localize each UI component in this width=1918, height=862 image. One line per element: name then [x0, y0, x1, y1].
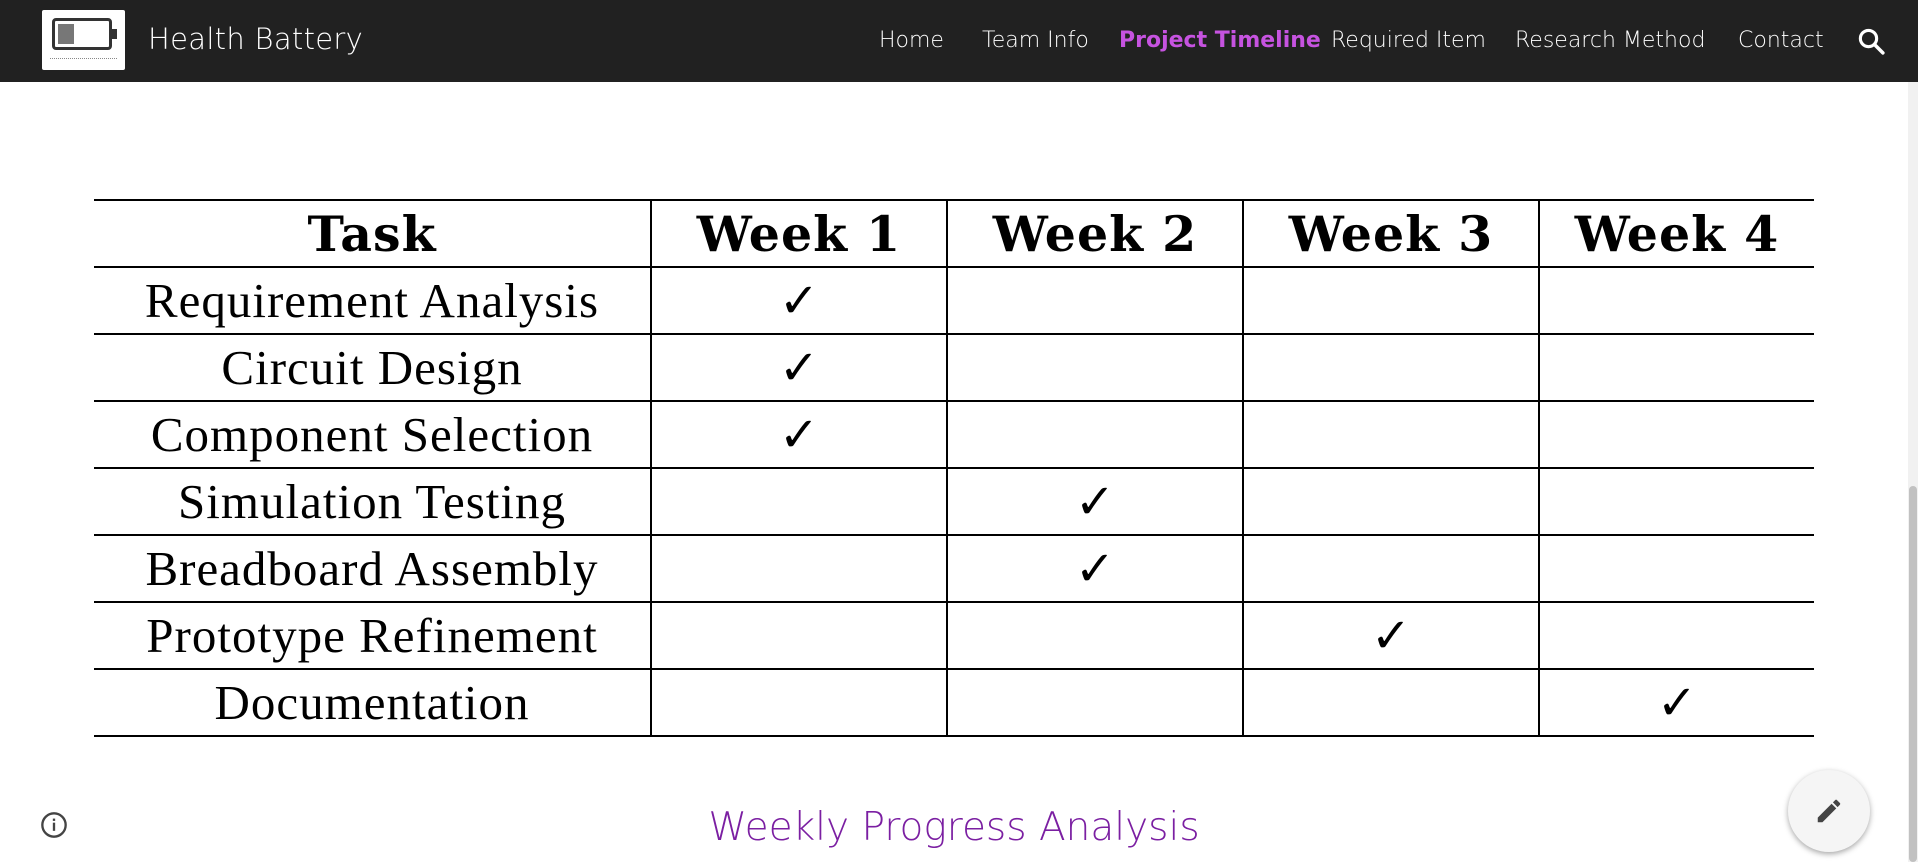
nav-team-info[interactable]: Team Info — [982, 28, 1089, 53]
empty-week-cell — [946, 266, 1243, 335]
table-row: Prototype Refinement ✓ — [94, 601, 1814, 670]
task-name-cell: Documentation — [94, 668, 651, 737]
empty-week-cell — [1242, 400, 1539, 469]
checkmark-icon: ✓ — [650, 400, 947, 469]
task-name-cell: Simulation Testing — [94, 467, 651, 536]
header-week-4: Week 4 — [1538, 199, 1814, 268]
nav-home[interactable]: Home — [879, 28, 944, 53]
empty-week-cell — [1538, 467, 1814, 536]
task-name-cell: Component Selection — [94, 400, 651, 469]
empty-week-cell — [1538, 534, 1814, 603]
empty-week-cell — [946, 333, 1243, 402]
nav-project-timeline[interactable]: Project Timeline — [1119, 28, 1321, 53]
checkmark-icon: ✓ — [1538, 668, 1814, 737]
header-week-1: Week 1 — [650, 199, 947, 268]
empty-week-cell — [650, 534, 947, 603]
task-name-cell: Prototype Refinement — [94, 601, 651, 670]
checkmark-icon: ✓ — [650, 333, 947, 402]
top-navigation-bar: Health Battery Home Team Info Project Ti… — [0, 0, 1918, 82]
table-row: Component Selection ✓ — [94, 400, 1814, 469]
task-name-cell: Requirement Analysis — [94, 266, 651, 335]
nav-research-method[interactable]: Research Method — [1515, 28, 1705, 53]
pencil-icon — [1817, 799, 1841, 823]
empty-week-cell — [946, 601, 1243, 670]
table-row: Circuit Design ✓ — [94, 333, 1814, 402]
section-heading: Weekly Progress Analysis — [708, 805, 1200, 850]
table-row: Documentation ✓ — [94, 668, 1814, 737]
checkmark-icon: ✓ — [650, 266, 947, 335]
empty-week-cell — [650, 668, 947, 737]
header-week-3: Week 3 — [1242, 199, 1539, 268]
empty-week-cell — [1242, 266, 1539, 335]
empty-week-cell — [650, 601, 947, 670]
scrollbar-thumb[interactable] — [1909, 486, 1917, 862]
checkmark-icon: ✓ — [1242, 601, 1539, 670]
table-body: Requirement Analysis ✓ Circuit Design ✓ Comp… — [94, 266, 1814, 737]
main-nav: Home Team Info Project Timeline Required… — [0, 0, 1918, 82]
search-icon[interactable] — [1856, 26, 1886, 56]
empty-week-cell — [1242, 333, 1539, 402]
task-name-cell: Circuit Design — [94, 333, 651, 402]
nav-contact[interactable]: Contact — [1738, 28, 1824, 53]
empty-week-cell — [1242, 467, 1539, 536]
task-name-cell: Breadboard Assembly — [94, 534, 651, 603]
empty-week-cell — [946, 668, 1243, 737]
checkmark-icon: ✓ — [946, 534, 1243, 603]
header-task: Task — [94, 199, 651, 268]
table-row: Requirement Analysis ✓ — [94, 266, 1814, 335]
table-header-row: Task Week 1 Week 2 Week 3 Week 4 — [94, 199, 1814, 268]
info-icon[interactable] — [40, 811, 68, 839]
empty-week-cell — [1538, 400, 1814, 469]
nav-required-item[interactable]: Required Item — [1331, 28, 1486, 53]
empty-week-cell — [1538, 333, 1814, 402]
table-row: Simulation Testing ✓ — [94, 467, 1814, 536]
empty-week-cell — [1242, 668, 1539, 737]
empty-week-cell — [946, 400, 1243, 469]
table-row: Breadboard Assembly ✓ — [94, 534, 1814, 603]
edit-button[interactable] — [1788, 770, 1870, 852]
empty-week-cell — [1538, 601, 1814, 670]
checkmark-icon: ✓ — [946, 467, 1243, 536]
empty-week-cell — [1242, 534, 1539, 603]
empty-week-cell — [1538, 266, 1814, 335]
empty-week-cell — [650, 467, 947, 536]
header-week-2: Week 2 — [946, 199, 1243, 268]
project-timeline-table: Task Week 1 Week 2 Week 3 Week 4 Require… — [94, 199, 1814, 737]
